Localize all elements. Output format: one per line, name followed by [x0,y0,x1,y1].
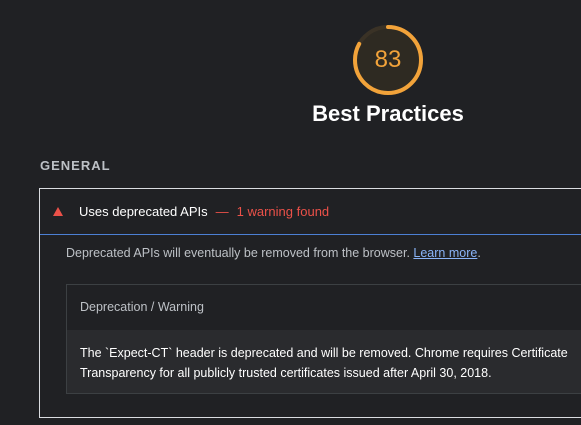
group-title: GENERAL [40,158,111,173]
score-value: 83 [374,46,402,73]
warning-triangle-icon [53,207,63,216]
audit-description: Deprecated APIs will eventually be remov… [66,246,481,260]
score-gauge[interactable]: 83 [350,22,426,98]
audit-separator: — [215,204,229,219]
audit-deprecated-apis: Uses deprecated APIs — 1 warning found D… [39,188,581,418]
audit-header[interactable]: Uses deprecated APIs — 1 warning found [40,189,581,235]
audit-title: Uses deprecated APIs [79,204,208,219]
audit-warning-count: 1 warning found [236,204,330,219]
column-header: Deprecation / Warning [67,285,581,330]
audit-description-end: . [477,246,481,260]
category-title: Best Practices [312,101,464,126]
table-row: The `Expect-CT` header is deprecated and… [67,330,581,393]
details-table: Deprecation / Warning The `Expect-CT` he… [66,284,581,394]
learn-more-link[interactable]: Learn more [413,246,477,260]
audit-description-text: Deprecated APIs will eventually be remov… [66,246,410,260]
lighthouse-report: 83 Best Practices GENERAL Uses deprecate… [0,0,581,425]
row-text-line: Transparency for all publicly trusted ce… [80,366,492,380]
row-text-line: The `Expect-CT` header is deprecated and… [80,346,568,360]
